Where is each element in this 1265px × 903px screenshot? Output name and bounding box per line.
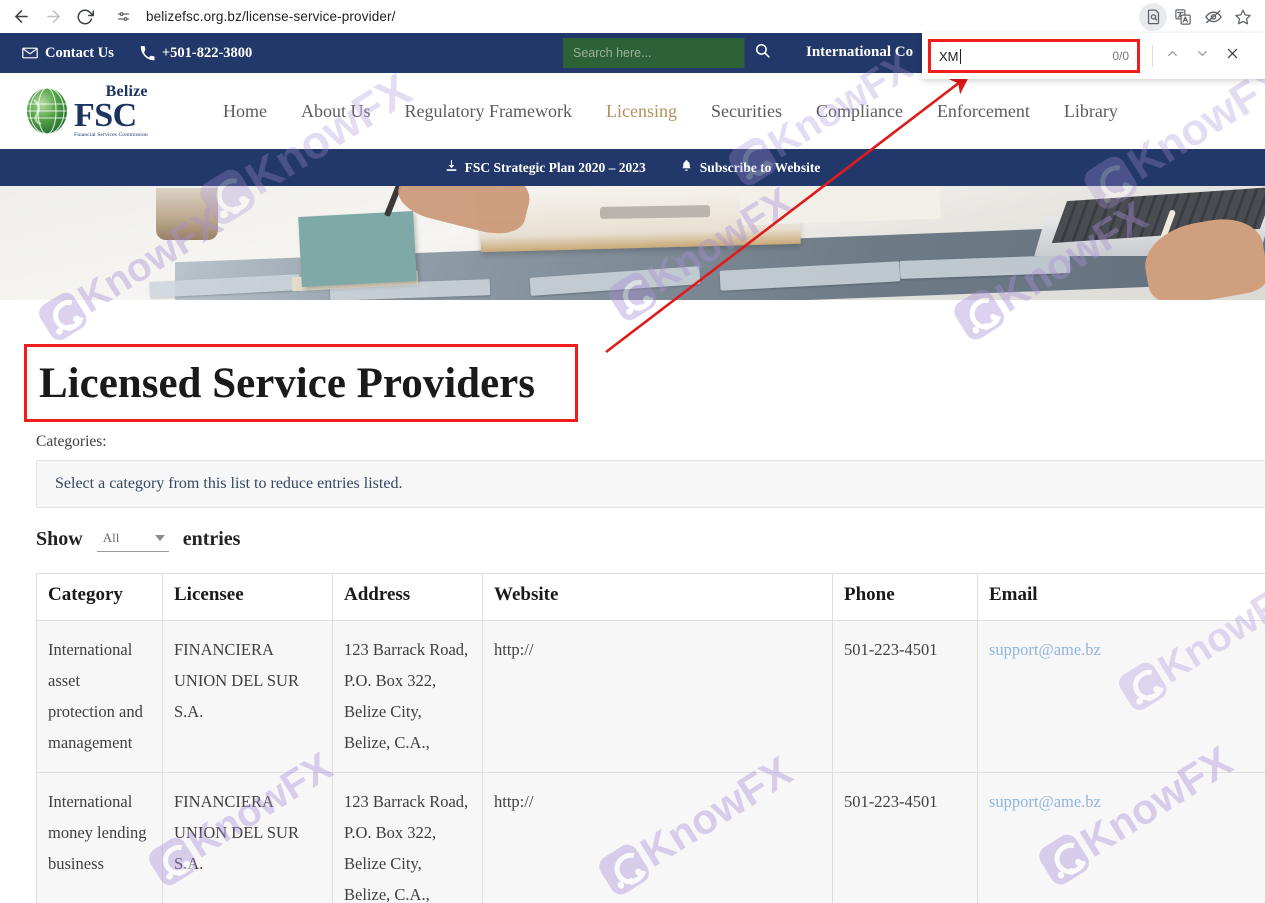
address-bar[interactable]: belizefsc.org.bz/license-service-provide… <box>108 2 1139 31</box>
bell-icon <box>680 159 693 176</box>
phone-link[interactable]: +501-822-3800 <box>140 45 252 62</box>
entries-length-select[interactable]: All <box>96 526 169 552</box>
forward-arrow-icon[interactable] <box>38 2 68 32</box>
table-row: International asset protection and manag… <box>36 619 1265 774</box>
subscribe-label: Subscribe to Website <box>699 159 821 175</box>
logo-fsc-text: FSC <box>74 96 137 134</box>
category-filter-select[interactable]: Select a category from this list to redu… <box>36 460 1265 508</box>
chevron-up-icon <box>1165 46 1180 66</box>
cell-website: http:// <box>482 619 833 774</box>
logo-wordmark: Belize FSC Financial Services Commission <box>74 83 148 139</box>
download-icon <box>445 159 458 176</box>
page-root: belizefsc.org.bz/license-service-provide… <box>0 0 1265 903</box>
find-next-button[interactable] <box>1187 41 1217 71</box>
chevron-down-icon <box>1195 46 1210 66</box>
entries-length-value: All <box>102 529 120 545</box>
bookmark-star-icon[interactable] <box>1229 3 1257 31</box>
phone-icon <box>140 45 155 61</box>
column-header-licensee[interactable]: Licensee <box>162 573 333 621</box>
cell-licensee: FINANCIERA UNION DEL SUR S.A. <box>162 772 333 903</box>
find-match-count: 0/0 <box>1112 49 1129 63</box>
column-header-website[interactable]: Website <box>482 573 833 621</box>
nav-item-regulatory-framework[interactable]: Regulatory Framework <box>388 101 589 122</box>
envelope-icon <box>22 47 38 59</box>
search-icon <box>754 42 771 64</box>
column-header-phone[interactable]: Phone <box>832 573 978 621</box>
chevron-down-icon <box>154 534 165 541</box>
browser-action-icons <box>1139 2 1265 31</box>
site-subbar: FSC Strategic Plan 2020 – 2023 Subscribe… <box>0 149 1265 186</box>
find-close-button[interactable] <box>1217 41 1247 71</box>
globe-icon <box>22 86 72 136</box>
cell-category: International money lending business <box>36 772 163 903</box>
contact-us-link[interactable]: Contact Us <box>22 45 114 62</box>
page-search-icon[interactable] <box>1139 2 1167 31</box>
subscribe-link[interactable]: Subscribe to Website <box>680 159 821 176</box>
nav-item-licensing[interactable]: Licensing <box>589 101 694 122</box>
find-input-highlight[interactable]: XM 0/0 <box>928 39 1140 73</box>
find-separator <box>1152 45 1153 67</box>
cell-address: 123 Barrack Road, P.O. Box 322, Belize C… <box>332 772 483 903</box>
cell-category: International asset protection and manag… <box>36 619 163 774</box>
cell-email: support@ame.bz <box>977 772 1265 903</box>
email-link[interactable]: support@ame.bz <box>989 792 1101 811</box>
browser-toolbar: belizefsc.org.bz/license-service-provide… <box>0 0 1265 33</box>
eye-off-icon[interactable] <box>1199 3 1227 31</box>
licensed-providers-table: Category Licensee Address Website Phone … <box>36 573 1265 903</box>
search-button[interactable] <box>744 38 780 68</box>
back-arrow-icon[interactable] <box>6 2 36 32</box>
phone-label: +501-822-3800 <box>161 44 253 61</box>
nav-item-enforcement[interactable]: Enforcement <box>920 101 1047 122</box>
tune-icon[interactable] <box>110 4 136 30</box>
international-link[interactable]: International Co <box>806 44 913 61</box>
nav-item-securities[interactable]: Securities <box>694 101 799 122</box>
show-label: Show <box>36 527 83 550</box>
text-caret <box>959 48 961 64</box>
nav-links: Home About Us Regulatory Framework Licen… <box>206 101 1135 122</box>
strategic-plan-label: FSC Strategic Plan 2020 – 2023 <box>464 159 646 175</box>
column-header-address[interactable]: Address <box>332 573 483 621</box>
licensed-providers-table-wrap: Category Licensee Address Website Phone … <box>36 573 1265 903</box>
find-input-value: XM <box>939 48 959 64</box>
reload-icon[interactable] <box>70 2 100 32</box>
translate-icon[interactable] <box>1169 3 1197 31</box>
browser-nav-buttons <box>0 2 100 32</box>
search-input[interactable] <box>563 38 744 68</box>
nav-item-compliance[interactable]: Compliance <box>799 101 920 122</box>
cell-email: support@ame.bz <box>977 619 1265 774</box>
topbar-contact-group: Contact Us +501-822-3800 <box>0 45 252 62</box>
page-title-highlight: Licensed Service Providers <box>24 344 578 422</box>
strategic-plan-link[interactable]: FSC Strategic Plan 2020 – 2023 <box>445 159 646 176</box>
nav-item-home[interactable]: Home <box>206 101 284 122</box>
cell-phone: 501-223-4501 <box>832 772 978 903</box>
column-header-category[interactable]: Category <box>36 573 163 621</box>
cell-phone: 501-223-4501 <box>832 619 978 774</box>
find-previous-button[interactable] <box>1157 41 1187 71</box>
site-main-nav: Belize FSC Financial Services Commission… <box>0 73 1265 149</box>
nav-item-library[interactable]: Library <box>1047 101 1135 122</box>
contact-us-label: Contact Us <box>45 44 114 61</box>
category-filter-placeholder: Select a category from this list to redu… <box>55 475 403 492</box>
cell-licensee: FINANCIERA UNION DEL SUR S.A. <box>162 619 333 774</box>
page-title: Licensed Service Providers <box>39 359 535 407</box>
site-logo[interactable]: Belize FSC Financial Services Commission <box>22 83 150 139</box>
hero-banner-image <box>0 186 1265 300</box>
cell-website: http:// <box>482 772 833 903</box>
logo-subtitle: Financial Services Commission <box>74 131 148 138</box>
close-icon <box>1225 46 1240 66</box>
categories-label: Categories: <box>36 433 107 450</box>
table-header-row: Category Licensee Address Website Phone … <box>36 573 1265 621</box>
email-link[interactable]: support@ame.bz <box>989 640 1101 659</box>
column-header-email[interactable]: Email <box>977 573 1265 621</box>
site-search <box>563 38 780 68</box>
show-entries-control: Show All entries <box>36 526 240 552</box>
entries-label: entries <box>182 527 241 550</box>
browser-find-bar: XM 0/0 <box>922 33 1265 79</box>
nav-item-about-us[interactable]: About Us <box>284 101 388 122</box>
cell-address: 123 Barrack Road, P.O. Box 322, Belize C… <box>332 619 483 774</box>
address-bar-url: belizefsc.org.bz/license-service-provide… <box>146 9 396 24</box>
table-row: International money lending business FIN… <box>36 772 1265 903</box>
